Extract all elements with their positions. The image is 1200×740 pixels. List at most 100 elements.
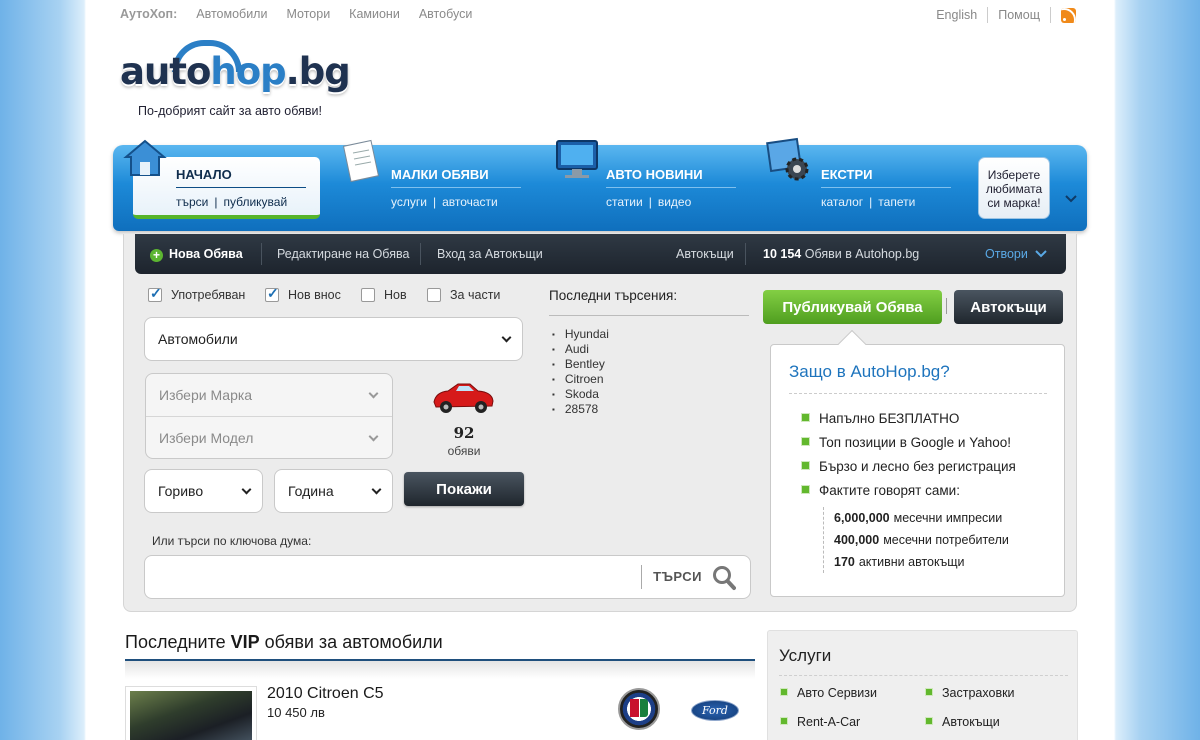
edit-ad-link[interactable]: Редактиране на Обява	[277, 247, 409, 261]
checkbox-new-import[interactable]: Нов внос	[265, 285, 341, 302]
rss-icon[interactable]	[1061, 7, 1076, 23]
show-button[interactable]: Покажи	[404, 472, 524, 506]
service-link[interactable]: Rent-A-Car	[780, 715, 860, 729]
service-link[interactable]: Автокъщи	[925, 715, 1000, 729]
recent-search-item[interactable]: Skoda	[552, 387, 609, 402]
model-select[interactable]: Избери Модел	[146, 416, 392, 458]
search-button[interactable]: ТЪРСИ	[653, 569, 702, 584]
link-help[interactable]: Помощ	[998, 8, 1040, 22]
ads-count: 10 154 Обяви в Autohop.bg	[763, 247, 920, 261]
plus-icon: +	[150, 249, 163, 262]
services-box: Услуги Авто Сервизи Застраховки Rent-A-C…	[767, 630, 1078, 740]
nav-classifieds[interactable]: МАЛКИ ОБЯВИ услуги | авточасти	[391, 167, 521, 209]
nav-extras-catalog[interactable]: каталог	[821, 195, 863, 209]
nav-home[interactable]: НАЧАЛО търси | публикувай	[176, 167, 306, 209]
nav-classifieds-parts[interactable]: авточасти	[442, 195, 498, 209]
checkbox-for-parts[interactable]: За части	[427, 288, 500, 302]
nav-home-search[interactable]: търси	[176, 195, 208, 209]
why-item: Бързо и лесно без регистрация	[801, 455, 1016, 479]
nav-news-video[interactable]: видео	[658, 195, 691, 209]
nav-home-publish[interactable]: публикувай	[224, 195, 288, 209]
recent-search-item[interactable]: 28578	[552, 402, 609, 417]
divider	[420, 243, 421, 265]
why-item: Фактите говорят сами:	[801, 479, 1016, 503]
nav-extras-wallpapers[interactable]: тапети	[878, 195, 915, 209]
recent-searches-title: Последни търсения:	[549, 288, 678, 303]
chevron-down-icon	[501, 332, 512, 343]
nav-news[interactable]: АВТО НОВИНИ статии | видео	[606, 167, 736, 209]
checkbox-new-box[interactable]	[361, 288, 375, 302]
dealers-link[interactable]: Автокъщи	[676, 247, 734, 261]
divider	[1050, 7, 1051, 23]
recent-search-item[interactable]: Citroen	[552, 372, 609, 387]
recent-searches-list: Hyundai Audi Bentley Citroen Skoda 28578	[552, 327, 609, 417]
divider	[987, 7, 989, 23]
nav-classifieds-services[interactable]: услуги	[391, 195, 427, 209]
results-count: 92 обяви	[447, 424, 481, 458]
category-select[interactable]: Автомобили	[144, 317, 523, 361]
keyword-label: Или търси по ключова дума:	[152, 534, 312, 548]
chevron-down-icon[interactable]	[1065, 195, 1077, 203]
divider-shade	[125, 661, 755, 679]
dealer-login-link[interactable]: Вход за Автокъщи	[437, 247, 543, 261]
search-icon[interactable]	[712, 565, 736, 591]
nav-news-articles[interactable]: статии	[606, 195, 643, 209]
ford-logo-icon[interactable]: Ford	[691, 700, 739, 721]
make-select[interactable]: Избери Марка	[146, 374, 392, 416]
publish-ad-button[interactable]: Публикувай Обява	[763, 290, 942, 324]
checkbox-for-parts-box[interactable]	[427, 288, 441, 302]
main-nav: НАЧАЛО търси | публикувай МАЛКИ ОБЯВИ услу…	[113, 137, 1087, 231]
divider	[789, 393, 1047, 394]
nav-classifieds-title[interactable]: МАЛКИ ОБЯВИ	[391, 167, 521, 188]
nav-extras-title[interactable]: ЕКСТРИ	[821, 167, 951, 188]
vip-section-title: Последните VIP обяви за автомобили	[125, 632, 443, 652]
stats-block: 6,000,000 месечни импресии 400,000 месечни…	[823, 507, 1009, 573]
recent-search-item[interactable]: Bentley	[552, 357, 609, 372]
services-title: Услуги	[779, 646, 832, 665]
nav-home-title[interactable]: НАЧАЛО	[176, 167, 306, 188]
link-trucks[interactable]: Камиони	[349, 7, 400, 23]
listing-title[interactable]: 2010 Citroen C5	[267, 685, 384, 703]
document-icon	[342, 139, 380, 183]
stat-row: 6,000,000 месечни импресии	[834, 511, 1003, 525]
year-select[interactable]: Година	[274, 469, 393, 513]
divider	[549, 315, 749, 316]
why-item: Топ позиции в Google и Yahoo!	[801, 431, 1016, 455]
nav-extras[interactable]: ЕКСТРИ каталог | тапети	[821, 167, 951, 209]
monitor-icon	[556, 140, 598, 178]
open-button[interactable]: Отвори	[985, 247, 1048, 261]
action-strip: + Нова Обява Редактиране на Обява Вход за…	[135, 234, 1066, 274]
checkbox-new-import-box[interactable]	[265, 285, 279, 302]
recent-search-item[interactable]: Audi	[552, 342, 609, 357]
chevron-down-icon	[371, 484, 382, 495]
why-list: Напълно БЕЗПЛАТНО Топ позиции в Google и…	[801, 407, 1016, 503]
checkbox-new[interactable]: Нов	[361, 288, 407, 302]
service-link[interactable]: Авто Сервизи	[780, 686, 877, 700]
gear-icon	[766, 137, 809, 181]
site-logo[interactable]: autohop.bg	[120, 40, 351, 98]
dealers-button[interactable]: Автокъщи	[954, 290, 1063, 324]
link-cars[interactable]: Автомобили	[196, 7, 267, 23]
nav-news-title[interactable]: АВТО НОВИНИ	[606, 167, 736, 188]
link-buses[interactable]: Автобуси	[419, 7, 472, 23]
alfa-romeo-logo-icon[interactable]	[618, 688, 660, 730]
fuel-select[interactable]: Гориво	[144, 469, 263, 513]
divider	[946, 298, 947, 314]
keyword-search-input[interactable]: ТЪРСИ	[144, 555, 751, 599]
checkbox-used[interactable]: Употребяван	[148, 285, 245, 302]
chevron-down-icon	[1035, 250, 1048, 258]
listing-price: 10 450 лв	[267, 705, 325, 720]
new-ad-link[interactable]: + Нова Обява	[150, 247, 243, 262]
divider	[745, 243, 746, 265]
service-link[interactable]: Застраховки	[925, 686, 1015, 700]
chevron-down-icon	[368, 388, 379, 399]
stat-row: 400,000 месечни потребители	[834, 533, 1009, 547]
top-right-links: English Помощ	[936, 7, 1076, 23]
listing-thumbnail[interactable]	[125, 686, 257, 740]
stat-row: 170 активни автокъщи	[834, 555, 965, 569]
recent-search-item[interactable]: Hyundai	[552, 327, 609, 342]
choose-brand-button[interactable]: Изберете любимата си марка!	[978, 157, 1050, 219]
checkbox-used-box[interactable]	[148, 285, 162, 302]
link-motorcycles[interactable]: Мотори	[286, 7, 330, 23]
link-english[interactable]: English	[936, 8, 977, 22]
